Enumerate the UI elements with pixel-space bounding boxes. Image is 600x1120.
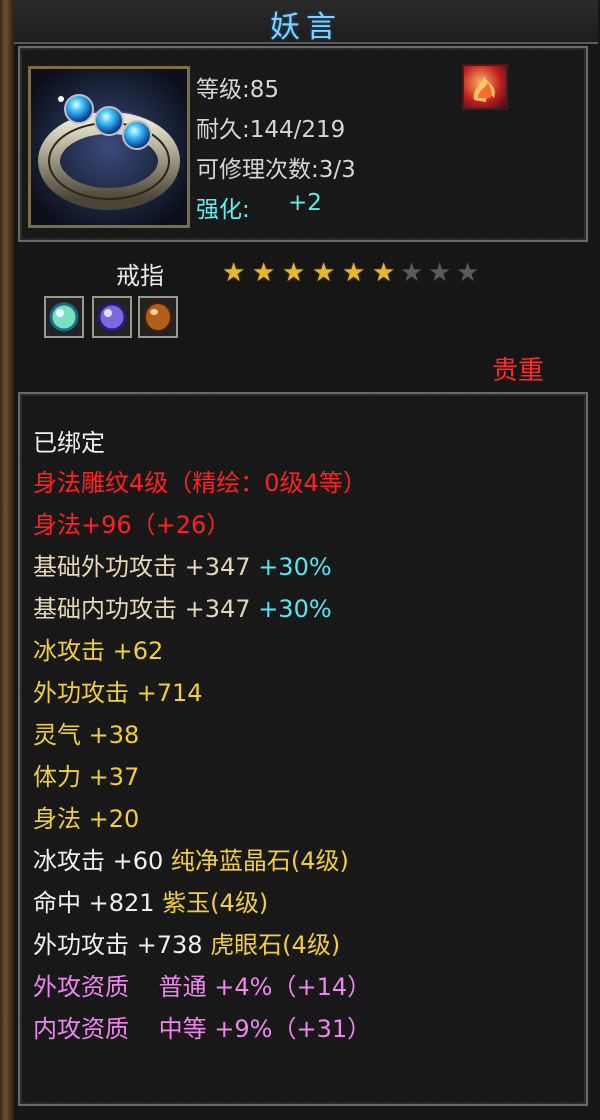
item-type: 戒指	[116, 262, 164, 290]
agility-line: 身法 +20	[33, 805, 140, 833]
ext-atk-base: 基础外功攻击 +347	[33, 553, 251, 581]
spirit-line: 灵气 +38	[33, 721, 140, 749]
item-level: 等级:85	[196, 77, 280, 103]
bound-status: 已绑定	[33, 429, 105, 457]
enhance-value: +2	[288, 190, 322, 216]
star-filled-icon: ★	[342, 258, 366, 288]
engrave-line: 身法雕纹4级（精绘：0级4等）	[33, 469, 367, 497]
gem3-name: 虎眼石(4级)	[210, 931, 341, 959]
gem2-line: 命中 +821 紫玉(4级)	[33, 883, 268, 918]
star-filled-icon: ★	[312, 258, 336, 288]
ice-atk-line: 冰攻击 +62	[33, 637, 164, 665]
gem1-name: 纯净蓝晶石(4级)	[170, 847, 349, 875]
ring-icon[interactable]	[28, 66, 190, 228]
ext-aptitude-line: 外攻资质 普通 +4%（+14）	[33, 967, 371, 1002]
item-repair-count: 可修理次数:3/3	[196, 157, 356, 183]
gem2-stat: 命中 +821	[33, 889, 155, 917]
item-durability: 耐久:144/219	[196, 117, 346, 143]
background-edge	[0, 0, 14, 1120]
gem1-stat: 冰攻击 +60	[33, 847, 164, 875]
fire-skill-icon[interactable]	[462, 64, 508, 110]
quality-label: 贵重	[492, 356, 545, 386]
item-name: 妖言	[270, 10, 342, 45]
gem3-line: 外功攻击 +738 虎眼石(4级)	[33, 925, 340, 960]
star-empty-icon: ★	[400, 258, 424, 288]
ext-atk-line: 外功攻击 +714	[33, 679, 203, 707]
int-aptitude-grade: 中等	[158, 1015, 207, 1043]
ext-aptitude-label: 外攻资质	[33, 973, 129, 1001]
green-gem-icon[interactable]	[44, 296, 84, 338]
int-atk-base-line: 基础内功攻击 +347 +30%	[33, 589, 332, 624]
ext-atk-base-line: 基础外功攻击 +347 +30%	[33, 547, 332, 582]
star-empty-icon: ★	[456, 258, 480, 288]
int-atk-base: 基础内功攻击 +347	[33, 595, 251, 623]
star-empty-icon: ★	[428, 258, 452, 288]
gem2-name: 紫玉(4级)	[162, 889, 269, 917]
ext-aptitude-grade: 普通	[158, 973, 207, 1001]
star-filled-icon: ★	[282, 258, 306, 288]
int-aptitude-value: +9%（+31）	[214, 1015, 372, 1043]
int-aptitude-label: 内攻资质	[33, 1015, 129, 1043]
ext-atk-pct: +30%	[258, 553, 332, 581]
star-filled-icon: ★	[372, 258, 396, 288]
title-bar: 妖言	[14, 0, 598, 45]
gem1-line: 冰攻击 +60 纯净蓝晶石(4级)	[33, 841, 349, 876]
gem3-stat: 外功攻击 +738	[33, 931, 203, 959]
ext-aptitude-value: +4%（+14）	[214, 973, 372, 1001]
star-filled-icon: ★	[252, 258, 276, 288]
amber-gem-icon[interactable]	[138, 296, 178, 338]
int-aptitude-line: 内攻资质 中等 +9%（+31）	[33, 1009, 371, 1044]
purple-gem-icon[interactable]	[92, 296, 132, 338]
star-filled-icon: ★	[222, 258, 246, 288]
enhance-label: 强化:	[196, 197, 250, 223]
agility-base-line: 身法+96（+26）	[33, 511, 231, 539]
stamina-line: 体力 +37	[33, 763, 140, 791]
int-atk-pct: +30%	[258, 595, 332, 623]
